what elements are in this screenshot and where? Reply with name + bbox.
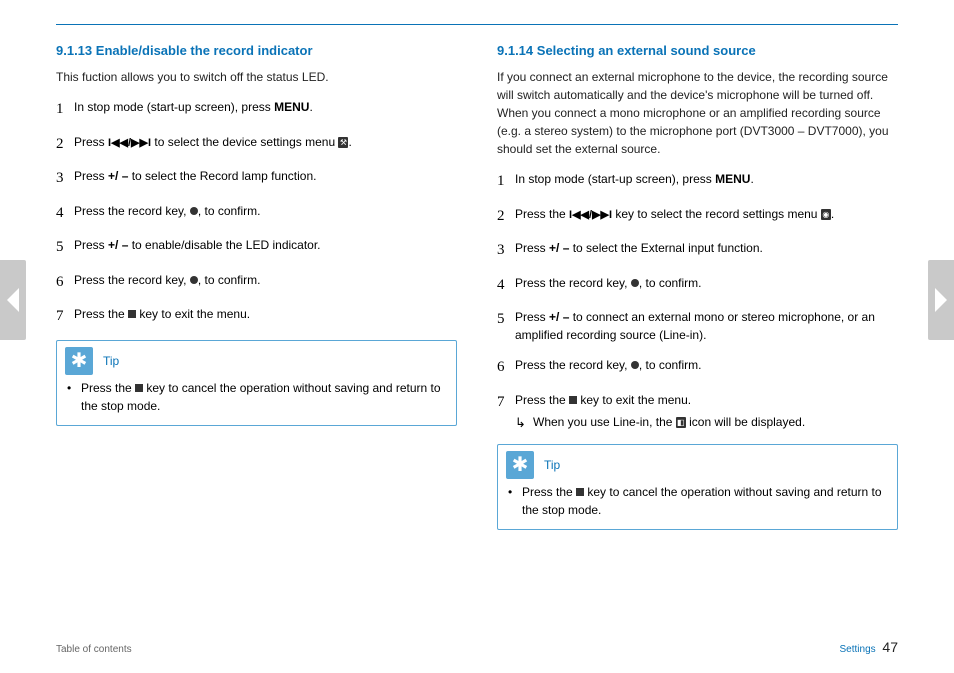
sub-step: ↳When you use Line-in, the ◧ icon will b… — [515, 413, 898, 433]
stop-key-icon — [569, 396, 577, 404]
tip-icon: ✱ — [65, 347, 93, 375]
heading-number: 9.1.13 — [56, 43, 92, 58]
stop-key-icon — [135, 384, 143, 392]
step: 5Press +/ – to connect an external mono … — [497, 308, 898, 344]
footer-section-link[interactable]: Settings — [840, 644, 876, 655]
heading-title: Enable/disable the record indicator — [96, 43, 313, 58]
step: 3Press +/ – to select the External input… — [497, 239, 898, 262]
tip-label: Tip — [103, 352, 119, 370]
tip-box: ✱ Tip •Press the key to cancel the opera… — [56, 340, 457, 426]
step: 2Press the I◀◀/▶▶I key to select the rec… — [497, 205, 898, 228]
step: 6Press the record key, , to confirm. — [56, 271, 457, 294]
step: 6Press the record key, , to confirm. — [497, 356, 898, 379]
heading-number: 9.1.14 — [497, 43, 533, 58]
page-content: 9.1.13 Enable/disable the record indicat… — [56, 24, 898, 649]
prev-page-arrow[interactable] — [0, 260, 26, 340]
step: 7 Press the key to exit the menu. ↳When … — [497, 391, 898, 433]
seek-keys-icon: I◀◀/▶▶I — [108, 135, 151, 152]
step-list: 1In stop mode (start-up screen), press M… — [56, 98, 457, 328]
step-list: 1In stop mode (start-up screen), press M… — [497, 170, 898, 432]
step: 4Press the record key, , to confirm. — [497, 274, 898, 297]
record-key-icon — [190, 276, 198, 284]
section-heading: 9.1.13 Enable/disable the record indicat… — [56, 43, 457, 58]
page-number: 47 — [882, 639, 898, 655]
record-settings-menu-icon: ◉ — [821, 209, 831, 220]
stop-key-icon — [576, 488, 584, 496]
step: 3Press +/ – to select the Record lamp fu… — [56, 167, 457, 190]
settings-menu-icon: ⚒ — [338, 137, 348, 148]
record-key-icon — [631, 361, 639, 369]
record-key-icon — [631, 279, 639, 287]
step: 1In stop mode (start-up screen), press M… — [56, 98, 457, 121]
record-key-icon — [190, 207, 198, 215]
step: 5Press +/ – to enable/disable the LED in… — [56, 236, 457, 259]
stop-key-icon — [128, 310, 136, 318]
section-heading: 9.1.14 Selecting an external sound sourc… — [497, 43, 898, 58]
left-column: 9.1.13 Enable/disable the record indicat… — [56, 43, 457, 530]
tip-box: ✱ Tip •Press the key to cancel the opera… — [497, 444, 898, 530]
step: 2Press I◀◀/▶▶I to select the device sett… — [56, 133, 457, 156]
step: 4Press the record key, , to confirm. — [56, 202, 457, 225]
intro-text: If you connect an external microphone to… — [497, 68, 898, 158]
top-rule — [56, 24, 898, 25]
intro-text: This fuction allows you to switch off th… — [56, 68, 457, 86]
footer-toc-link[interactable]: Table of contents — [56, 644, 132, 655]
heading-title: Selecting an external sound source — [537, 43, 756, 58]
tip-label: Tip — [544, 456, 560, 474]
seek-keys-icon: I◀◀/▶▶I — [569, 207, 612, 224]
right-column: 9.1.14 Selecting an external sound sourc… — [497, 43, 898, 530]
tip-icon: ✱ — [506, 451, 534, 479]
step: 1In stop mode (start-up screen), press M… — [497, 170, 898, 193]
line-in-icon: ◧ — [676, 417, 686, 428]
next-page-arrow[interactable] — [928, 260, 954, 340]
step: 7Press the key to exit the menu. — [56, 305, 457, 328]
page-footer: Table of contents Settings 47 — [56, 639, 898, 655]
